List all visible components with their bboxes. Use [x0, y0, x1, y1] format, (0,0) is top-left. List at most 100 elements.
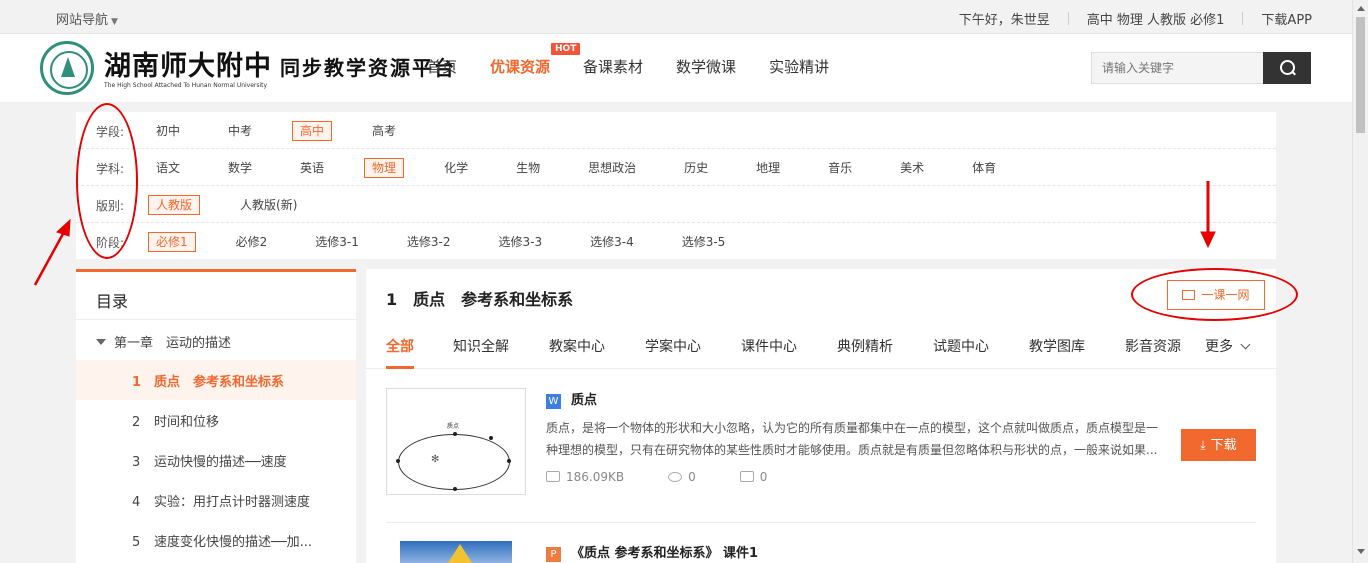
filter-option[interactable]: 思想政治 — [580, 158, 644, 178]
filter-option-selected[interactable]: 高中 — [292, 121, 333, 141]
tab-knowledge[interactable]: 知识全解 — [453, 336, 509, 356]
file-size: 186.09KB — [546, 470, 624, 484]
tab-examples[interactable]: 典例精析 — [837, 336, 893, 356]
scroll-up-icon[interactable] — [1357, 6, 1365, 11]
toc-heading: 目录 — [76, 272, 356, 320]
filter-option[interactable]: 选修3-3 — [491, 232, 551, 252]
nav-experiments[interactable]: 实验精讲 — [769, 56, 829, 77]
filter-row-stage: 学段: 初中 中考 高中 高考 — [76, 112, 1276, 149]
filter-option[interactable]: 音乐 — [820, 158, 860, 178]
filter-option[interactable]: 化学 — [436, 158, 476, 178]
content-panel: 1 质点 参考系和坐标系 一课一网 全部 知识全解 教案中心 学案中心 课件中心… — [366, 269, 1276, 563]
nav-lesson-materials[interactable]: 备课素材 — [583, 56, 643, 77]
toc-lesson-num: 1 — [132, 375, 142, 390]
orbit-point — [396, 459, 400, 463]
download-button[interactable]: ⤓ 下载 — [1181, 429, 1256, 461]
filter-option[interactable]: 初中 — [148, 121, 188, 141]
toc-lesson[interactable]: 4 实验：用打点计时器测速度 — [76, 480, 356, 520]
eye-icon — [668, 472, 683, 482]
logo-title[interactable]: 湖南师大附中 同步教学资源平台 — [104, 44, 456, 83]
orbit-point — [453, 432, 457, 436]
annotation-ellipse-button — [1131, 268, 1298, 321]
toc-chapter-label: 第一章 运动的描述 — [114, 336, 232, 351]
filter-option[interactable]: 历史 — [676, 158, 716, 178]
filter-row-edition: 版别: 人教版 人教版(新) — [76, 186, 1276, 223]
filter-options: 人教版 人教版(新) — [148, 195, 337, 215]
filter-option[interactable]: 数学 — [220, 158, 260, 178]
filter-option-selected[interactable]: 必修1 — [148, 232, 196, 252]
toc-lesson[interactable]: 5 速度变化快慢的描述──加... — [76, 520, 356, 560]
resource-meta: 186.09KB 0 0 — [546, 470, 811, 484]
filter-option[interactable]: 人教版(新) — [232, 195, 305, 215]
resource-thumbnail[interactable]: 质点 ✻ — [386, 388, 526, 495]
toc-lesson[interactable]: 2 时间和位移 — [76, 400, 356, 440]
download-app-link[interactable]: 下载APP — [1261, 9, 1312, 28]
filter-option[interactable]: 生物 — [508, 158, 548, 178]
nav-home[interactable]: 首页 — [427, 56, 457, 77]
filter-option[interactable]: 必修2 — [228, 232, 276, 252]
filter-option[interactable]: 体育 — [964, 158, 1004, 178]
chevron-down-icon — [1240, 339, 1251, 350]
filter-option[interactable]: 语文 — [148, 158, 188, 178]
tab-exercises[interactable]: 试题中心 — [933, 336, 989, 356]
resource-tabs: 全部 知识全解 教案中心 学案中心 课件中心 典例精析 试题中心 教学图库 影音… — [366, 323, 1276, 369]
resource-item: P 《质点 参考系和坐标系》 课件1 — [386, 541, 1256, 563]
toc-lesson-title: 运动快慢的描述──速度 — [154, 455, 287, 470]
orbit-ellipse — [398, 434, 510, 490]
site-nav-dropdown[interactable]: 网站导航 ▼ — [56, 9, 118, 28]
search-input[interactable] — [1092, 53, 1264, 83]
resource-thumbnail[interactable] — [400, 541, 512, 563]
filter-option[interactable]: 选修3-5 — [674, 232, 734, 252]
filter-panel: 学段: 初中 中考 高中 高考 学科: 语文 数学 英语 物理 化学 生物 思想… — [76, 112, 1276, 259]
scroll-down-icon[interactable] — [1357, 549, 1365, 554]
filter-options: 必修1 必修2 选修3-1 选修3-2 选修3-3 选修3-4 选修3-5 — [148, 232, 765, 252]
filter-option[interactable]: 美术 — [892, 158, 932, 178]
filter-option[interactable]: 选修3-4 — [582, 232, 642, 252]
scroll-thumb[interactable] — [1356, 17, 1365, 133]
toc-lesson-title: 实验：用打点计时器测速度 — [154, 495, 311, 510]
resource-title[interactable]: P 《质点 参考系和坐标系》 课件1 — [546, 542, 758, 562]
view-count: 0 — [668, 470, 696, 484]
nav-premium-label: 优课资源 — [490, 58, 551, 76]
tab-all[interactable]: 全部 — [386, 336, 414, 369]
toc-lesson[interactable]: 3 运动快慢的描述──速度 — [76, 440, 356, 480]
orbit-point — [507, 459, 511, 463]
filter-option[interactable]: 高考 — [364, 121, 404, 141]
resource-title[interactable]: W 质点 — [546, 389, 597, 409]
page-scrollbar[interactable] — [1352, 0, 1368, 563]
header: 湖南师大附中 同步教学资源平台 The High School Attached … — [0, 34, 1352, 102]
toc-chapter[interactable]: 第一章 运动的描述 — [76, 320, 356, 360]
tab-more-label: 更多 — [1205, 339, 1233, 355]
toc-lesson-active[interactable]: 1 质点 参考系和坐标系 — [76, 360, 356, 400]
divider — [1242, 12, 1244, 25]
toc-sidebar: 目录 第一章 运动的描述 1 质点 参考系和坐标系 2 时间和位移 3 运动快慢的描述… — [76, 269, 356, 563]
filter-options: 语文 数学 英语 物理 化学 生物 思想政治 历史 地理 音乐 美术 体育 — [148, 158, 1036, 178]
filter-row-subject: 学科: 语文 数学 英语 物理 化学 生物 思想政治 历史 地理 音乐 美术 体… — [76, 149, 1276, 186]
tab-lesson-plans[interactable]: 教案中心 — [549, 336, 605, 356]
filter-option[interactable]: 选修3-1 — [307, 232, 367, 252]
filter-option[interactable]: 英语 — [292, 158, 332, 178]
filter-option-selected[interactable]: 物理 — [364, 158, 405, 178]
search-icon[interactable] — [1263, 52, 1311, 84]
nav-premium-resources[interactable]: 优课资源 HOT — [490, 43, 581, 77]
tab-study-plans[interactable]: 学案中心 — [645, 336, 701, 356]
logo-school-name: 湖南师大附中 — [104, 51, 272, 82]
current-selection[interactable]: 高中 物理 人教版 必修1 — [1087, 9, 1225, 28]
tab-image-library[interactable]: 教学图库 — [1029, 336, 1085, 356]
tab-courseware[interactable]: 课件中心 — [741, 336, 797, 356]
resource-title-text: 《质点 参考系和坐标系》 课件1 — [571, 546, 759, 561]
tab-more[interactable]: 更多 — [1205, 336, 1251, 356]
school-seal-logo[interactable] — [40, 41, 94, 95]
toc-lesson-title: 速度变化快慢的描述──加... — [154, 535, 313, 550]
filter-option-selected[interactable]: 人教版 — [148, 195, 201, 215]
greeting: 下午好，朱世昱 — [958, 13, 1050, 28]
download-count: 0 — [739, 470, 767, 484]
nav-math-micro[interactable]: 数学微课 — [676, 56, 736, 77]
filter-option[interactable]: 选修3-2 — [399, 232, 459, 252]
tab-media[interactable]: 影音资源 — [1125, 336, 1181, 356]
filter-option[interactable]: 地理 — [748, 158, 788, 178]
annotation-ellipse-filters — [76, 103, 138, 259]
filter-row-phase: 阶段: 必修1 必修2 选修3-1 选修3-2 选修3-3 选修3-4 选修3-… — [76, 223, 1276, 260]
resource-item: 质点 ✻ W 质点 质点，是将一个物体的形状和大小忽略，认为它的所有质量都集中在一… — [386, 388, 1256, 523]
filter-option[interactable]: 中考 — [220, 121, 260, 141]
